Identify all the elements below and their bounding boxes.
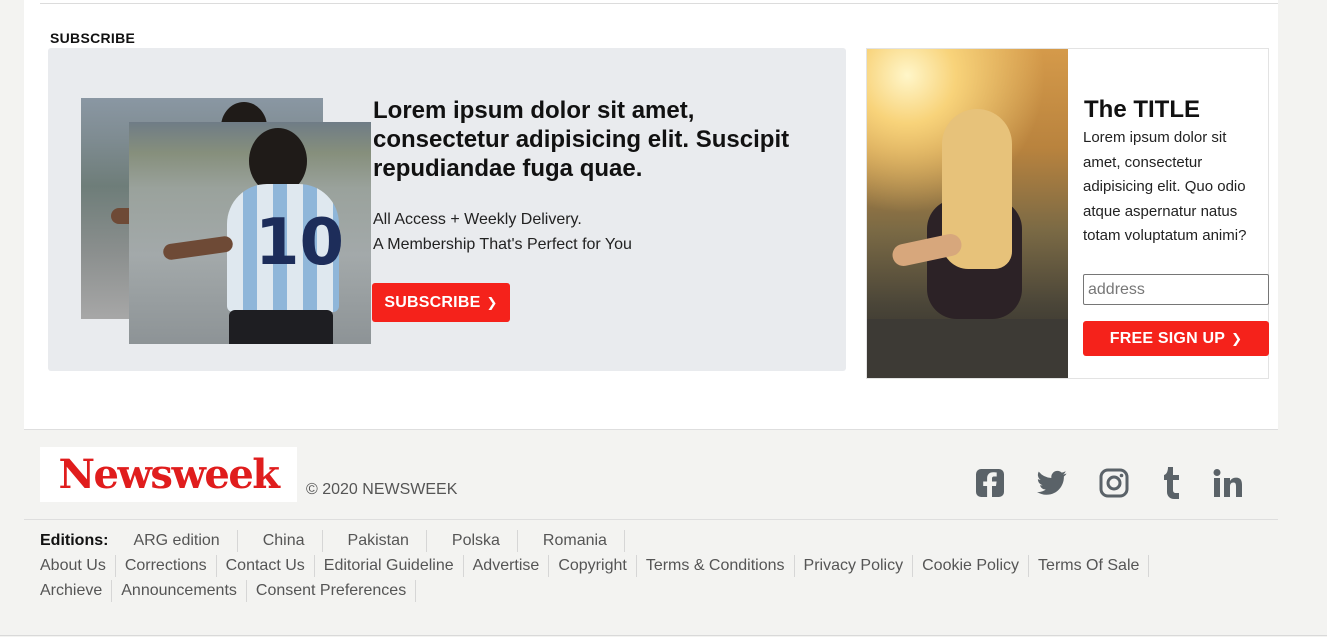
shirt-number: 10	[255, 206, 345, 280]
edition-link[interactable]: Pakistan	[348, 530, 427, 552]
promo-photo-front: 10	[129, 122, 371, 344]
chevron-right-icon: ❯	[486, 294, 498, 310]
newsletter-text: Lorem ipsum dolor sit amet, consectetur …	[1083, 129, 1247, 244]
address-input[interactable]	[1083, 274, 1269, 305]
section-heading: SUBSCRIBE	[50, 30, 136, 46]
edition-link[interactable]: ARG edition	[133, 530, 238, 552]
footer-link-contact-us[interactable]: Contact Us	[226, 555, 315, 577]
footer-link-terms-conditions[interactable]: Terms & Conditions	[646, 555, 795, 577]
chevron-right-icon: ❯	[1231, 330, 1243, 346]
tumblr-icon[interactable]	[1158, 466, 1186, 500]
promo-headline: Lorem ipsum dolor sit amet, consectetur …	[373, 97, 790, 182]
footer-link-privacy-policy[interactable]: Privacy Policy	[804, 555, 914, 577]
free-signup-button[interactable]: FREE SIGN UP ❯	[1083, 321, 1269, 356]
divider	[40, 3, 1278, 4]
footer-link-corrections[interactable]: Corrections	[125, 555, 217, 577]
divider	[24, 429, 1278, 430]
copyright-text: © 2020 NEWSWEEK	[306, 481, 458, 498]
editions-row: Editions: ARG edition China Pakistan Pol…	[40, 530, 650, 552]
subscribe-button-label: SUBSCRIBE	[384, 293, 481, 311]
twitter-icon[interactable]	[1036, 466, 1068, 500]
logo-text: Newsweek	[58, 451, 280, 498]
footer-link-terms-of-sale[interactable]: Terms Of Sale	[1038, 555, 1150, 577]
editions-label: Editions:	[40, 532, 109, 549]
edition-link[interactable]: China	[263, 530, 323, 552]
newsweek-logo[interactable]: Newsweek	[40, 447, 297, 502]
facebook-icon[interactable]	[974, 466, 1006, 500]
footer-link-consent-preferences[interactable]: Consent Preferences	[256, 580, 417, 602]
footer-link-advertise[interactable]: Advertise	[473, 555, 550, 577]
edition-link[interactable]: Romania	[543, 530, 625, 552]
footer-link-copyright[interactable]: Copyright	[558, 555, 637, 577]
linkedin-icon[interactable]	[1212, 466, 1244, 500]
footer-link-archieve[interactable]: Archieve	[40, 580, 113, 602]
footer-links-row: About Us Corrections Contact Us Editoria…	[40, 555, 1158, 577]
footer-link-editorial-guideline[interactable]: Editorial Guideline	[324, 555, 464, 577]
footer-link-about-us[interactable]: About Us	[40, 555, 116, 577]
divider	[0, 635, 1327, 636]
divider	[24, 519, 1278, 520]
footer-link-announcements[interactable]: Announcements	[121, 580, 247, 602]
newsletter-title: The TITLE	[1084, 96, 1200, 123]
subscribe-button[interactable]: SUBSCRIBE ❯	[372, 283, 510, 322]
promo-line-1: All Access + Weekly Delivery.	[373, 211, 582, 228]
newsletter-photo	[867, 49, 1068, 378]
footer-link-cookie-policy[interactable]: Cookie Policy	[922, 555, 1030, 577]
free-signup-button-label: FREE SIGN UP	[1109, 329, 1226, 347]
instagram-icon[interactable]	[1098, 466, 1130, 500]
edition-link[interactable]: Polska	[452, 530, 518, 552]
footer-links-row: Archieve Announcements Consent Preferenc…	[40, 580, 425, 602]
promo-line-2: A Membership That's Perfect for You	[373, 236, 632, 253]
